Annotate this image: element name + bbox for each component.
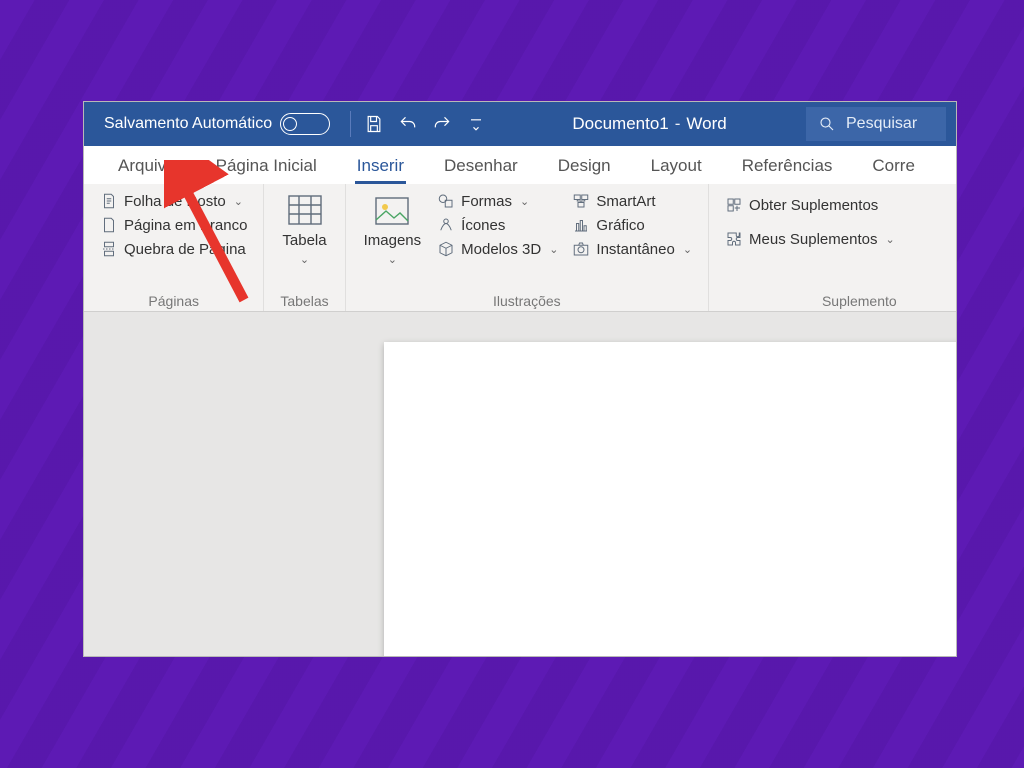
- annotation-arrow: [164, 160, 274, 310]
- smartart-button[interactable]: SmartArt: [570, 190, 694, 212]
- save-button[interactable]: [357, 107, 391, 141]
- smartart-icon: [572, 192, 590, 210]
- window-title: Documento1 - Word: [493, 114, 806, 134]
- undo-icon: [398, 114, 418, 134]
- undo-button[interactable]: [391, 107, 425, 141]
- store-icon: [725, 196, 743, 214]
- chevron-down-icon: ⌄: [520, 195, 529, 208]
- images-button[interactable]: Imagens ⌄: [360, 190, 426, 266]
- search-icon: [818, 115, 836, 133]
- divider: [350, 111, 351, 137]
- tab-design[interactable]: Design: [538, 150, 631, 184]
- save-icon: [364, 114, 384, 134]
- label: Obter Suplementos: [749, 197, 878, 214]
- shapes-icon: [437, 192, 455, 210]
- table-button[interactable]: Tabela ⌄: [278, 190, 330, 266]
- camera-icon: [572, 240, 590, 258]
- label: Meus Suplementos: [749, 231, 877, 248]
- tab-label: Design: [558, 156, 611, 175]
- chevron-down-icon: ⌄: [388, 253, 397, 266]
- group-ilustracoes: Imagens ⌄ Formas ⌄ Ícones Mod: [346, 184, 709, 311]
- word-window: Salvamento Automático Documento1 - Word …: [84, 102, 956, 656]
- images-icon: [372, 192, 412, 228]
- tab-label: Corre: [872, 156, 915, 175]
- table-icon: [285, 192, 325, 228]
- qat-customize-button[interactable]: [459, 107, 493, 141]
- tab-label: Inserir: [357, 156, 404, 175]
- tab-referencias[interactable]: Referências: [722, 150, 853, 184]
- tab-correspondencias[interactable]: Corre: [852, 150, 935, 184]
- group-label: Ilustrações: [360, 291, 694, 309]
- blank-page-icon: [100, 216, 118, 234]
- group-label: Suplemento: [723, 291, 897, 309]
- screenshot-button[interactable]: Instantâneo ⌄: [570, 238, 694, 260]
- label: Modelos 3D: [461, 241, 541, 258]
- icons-button[interactable]: Ícones: [435, 214, 560, 236]
- title-separator: -: [675, 114, 681, 134]
- document-page[interactable]: [384, 342, 956, 656]
- document-name: Documento1: [572, 114, 668, 134]
- group-label: Tabelas: [278, 291, 330, 309]
- tab-label: Desenhar: [444, 156, 518, 175]
- customize-icon: [466, 114, 486, 134]
- label: Gráfico: [596, 217, 644, 234]
- page-icon: [100, 192, 118, 210]
- label: Instantâneo: [596, 241, 674, 258]
- redo-icon: [432, 114, 452, 134]
- addin-icon: [725, 230, 743, 248]
- tab-label: Layout: [651, 156, 702, 175]
- document-canvas: [84, 312, 956, 656]
- app-name: Word: [686, 114, 726, 134]
- label: Tabela: [282, 232, 326, 249]
- tab-inserir[interactable]: Inserir: [337, 150, 424, 184]
- autosave-label: Salvamento Automático: [104, 115, 272, 133]
- group-tabelas: Tabela ⌄ Tabelas: [264, 184, 345, 311]
- icons-icon: [437, 216, 455, 234]
- cube-icon: [437, 240, 455, 258]
- label: Ícones: [461, 217, 505, 234]
- autosave-toggle[interactable]: [280, 113, 330, 135]
- chart-button[interactable]: Gráfico: [570, 214, 694, 236]
- autosave-toggle-knob: [283, 117, 297, 131]
- label: Formas: [461, 193, 512, 210]
- label: Imagens: [364, 232, 422, 249]
- search-box[interactable]: Pesquisar: [806, 107, 946, 141]
- title-bar: Salvamento Automático Documento1 - Word …: [84, 102, 956, 146]
- my-addins-button[interactable]: Meus Suplementos ⌄: [723, 228, 897, 250]
- shapes-button[interactable]: Formas ⌄: [435, 190, 560, 212]
- tab-layout[interactable]: Layout: [631, 150, 722, 184]
- page-break-icon: [100, 240, 118, 258]
- get-addins-button[interactable]: Obter Suplementos: [723, 194, 897, 216]
- search-placeholder: Pesquisar: [846, 115, 917, 133]
- chart-icon: [572, 216, 590, 234]
- chevron-down-icon: ⌄: [300, 253, 309, 266]
- redo-button[interactable]: [425, 107, 459, 141]
- label: SmartArt: [596, 193, 655, 210]
- chevron-down-icon: ⌄: [549, 243, 558, 256]
- group-suplementos: Obter Suplementos Meus Suplementos ⌄ Sup…: [709, 184, 911, 311]
- tab-label: Referências: [742, 156, 833, 175]
- models3d-button[interactable]: Modelos 3D ⌄: [435, 238, 560, 260]
- chevron-down-icon: ⌄: [885, 233, 894, 246]
- chevron-down-icon: ⌄: [683, 243, 692, 256]
- tab-desenhar[interactable]: Desenhar: [424, 150, 538, 184]
